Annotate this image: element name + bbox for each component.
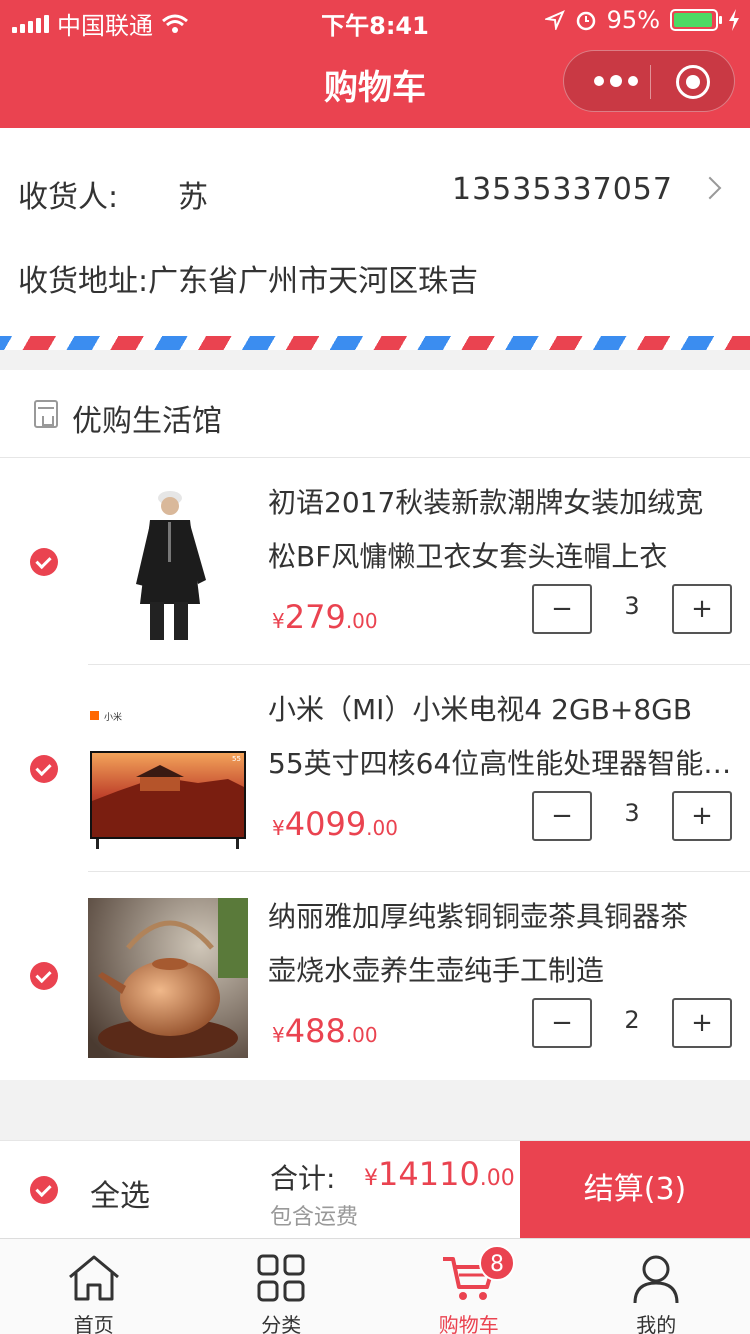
cart-item: 纳丽雅加厚纯紫铜铜壶茶具铜器茶 壶烧水壶养生壶纯手工制造 ¥488.00 − 2… xyxy=(0,872,750,1079)
user-icon xyxy=(633,1255,679,1304)
more-icon[interactable] xyxy=(586,63,646,99)
product-title[interactable]: 初语2017秋装新款潮牌女装加绒宽 松BF风慵懒卫衣女套头连帽上衣 xyxy=(268,476,738,584)
tab-bar: 首页 分类 8 购物车 我的 xyxy=(0,1238,750,1334)
quantity-stepper: − 3 + xyxy=(532,791,732,841)
decrease-button[interactable]: − xyxy=(532,584,592,634)
shop-card: 优购生活馆 初语2017秋装新款潮牌女装加绒宽 松BF风慵懒卫衣女套头连帽上衣 … xyxy=(0,370,750,1080)
address-label: 收货地址: xyxy=(18,264,149,299)
home-icon xyxy=(68,1255,119,1301)
category-icon xyxy=(257,1254,305,1302)
cart-item: 小米 55 小米（MI）小米电视4 2GB+8GB 55英寸四核64位高性能处理… xyxy=(0,665,750,872)
chevron-right-icon[interactable] xyxy=(698,176,722,200)
total-label: 合计: xyxy=(270,1162,336,1195)
select-all-check[interactable] xyxy=(30,1176,58,1204)
address-value: 广东省广州市天河区珠吉 xyxy=(148,264,479,299)
status-bar: 中国联通 下午8:41 95% xyxy=(0,0,750,40)
item-check[interactable] xyxy=(30,548,58,576)
quantity-value: 2 xyxy=(624,1006,640,1034)
increase-button[interactable]: + xyxy=(672,584,732,634)
quantity-value: 3 xyxy=(624,799,640,827)
product-title[interactable]: 纳丽雅加厚纯紫铜铜壶茶具铜器茶 壶烧水壶养生壶纯手工制造 xyxy=(268,890,738,998)
product-price: ¥279.00 xyxy=(272,598,378,636)
increase-button[interactable]: + xyxy=(672,998,732,1048)
battery-icon xyxy=(670,9,722,31)
quantity-stepper: − 2 + xyxy=(532,998,732,1048)
quantity-stepper: − 3 + xyxy=(532,584,732,634)
header: 中国联通 下午8:41 95% 购物车 xyxy=(0,0,750,128)
shop-header[interactable]: 优购生活馆 xyxy=(0,370,750,458)
increase-button[interactable]: + xyxy=(672,791,732,841)
close-miniprogram-icon[interactable] xyxy=(676,65,710,99)
product-image[interactable] xyxy=(88,898,248,1058)
tab-home[interactable]: 首页 xyxy=(0,1239,188,1334)
airmail-stripe xyxy=(0,336,750,350)
quantity-value: 3 xyxy=(624,592,640,620)
cart-badge: 8 xyxy=(479,1245,515,1281)
tab-mine[interactable]: 我的 xyxy=(563,1239,750,1334)
cart-item: 初语2017秋装新款潮牌女装加绒宽 松BF风慵懒卫衣女套头连帽上衣 ¥279.0… xyxy=(0,458,750,665)
product-price: ¥488.00 xyxy=(272,1012,378,1050)
product-title[interactable]: 小米（MI）小米电视4 2GB+8GB 55英寸四核64位高性能处理器智能电视 xyxy=(268,683,738,791)
battery-percent: 95% xyxy=(606,6,660,34)
shop-name: 优购生活馆 xyxy=(72,404,222,439)
store-icon xyxy=(34,400,58,428)
select-all-label[interactable]: 全选 xyxy=(90,1171,150,1215)
screen-size-tag: 55 xyxy=(232,755,241,763)
address-card[interactable]: 收货人: 苏 13535337057 收货地址:广东省广州市天河区珠吉 xyxy=(0,128,750,336)
product-price: ¥4099.00 xyxy=(272,805,398,843)
receiver-label: 收货人: xyxy=(18,180,119,215)
product-image[interactable] xyxy=(88,484,248,644)
miniprogram-capsule xyxy=(563,50,735,112)
item-check[interactable] xyxy=(30,755,58,783)
capsule-divider xyxy=(650,65,651,99)
item-check[interactable] xyxy=(30,962,58,990)
product-image[interactable]: 小米 55 xyxy=(88,691,248,851)
checkout-bar: 全选 合计: ¥14110.00 包含运费 结算(3) xyxy=(0,1140,750,1239)
charging-icon xyxy=(729,9,739,31)
brand-tag: 小米 xyxy=(104,711,122,723)
checkout-button[interactable]: 结算(3) xyxy=(520,1141,750,1239)
tab-category[interactable]: 分类 xyxy=(188,1239,376,1334)
tab-cart[interactable]: 8 购物车 xyxy=(375,1239,563,1334)
decrease-button[interactable]: − xyxy=(532,998,592,1048)
receiver-phone: 13535337057 xyxy=(452,172,673,207)
shipping-note: 包含运费 xyxy=(270,1205,359,1230)
total-price: ¥14110.00 xyxy=(364,1155,515,1193)
receiver-name: 苏 xyxy=(178,180,208,215)
alarm-icon xyxy=(576,11,595,31)
decrease-button[interactable]: − xyxy=(532,791,592,841)
location-icon xyxy=(544,10,565,30)
